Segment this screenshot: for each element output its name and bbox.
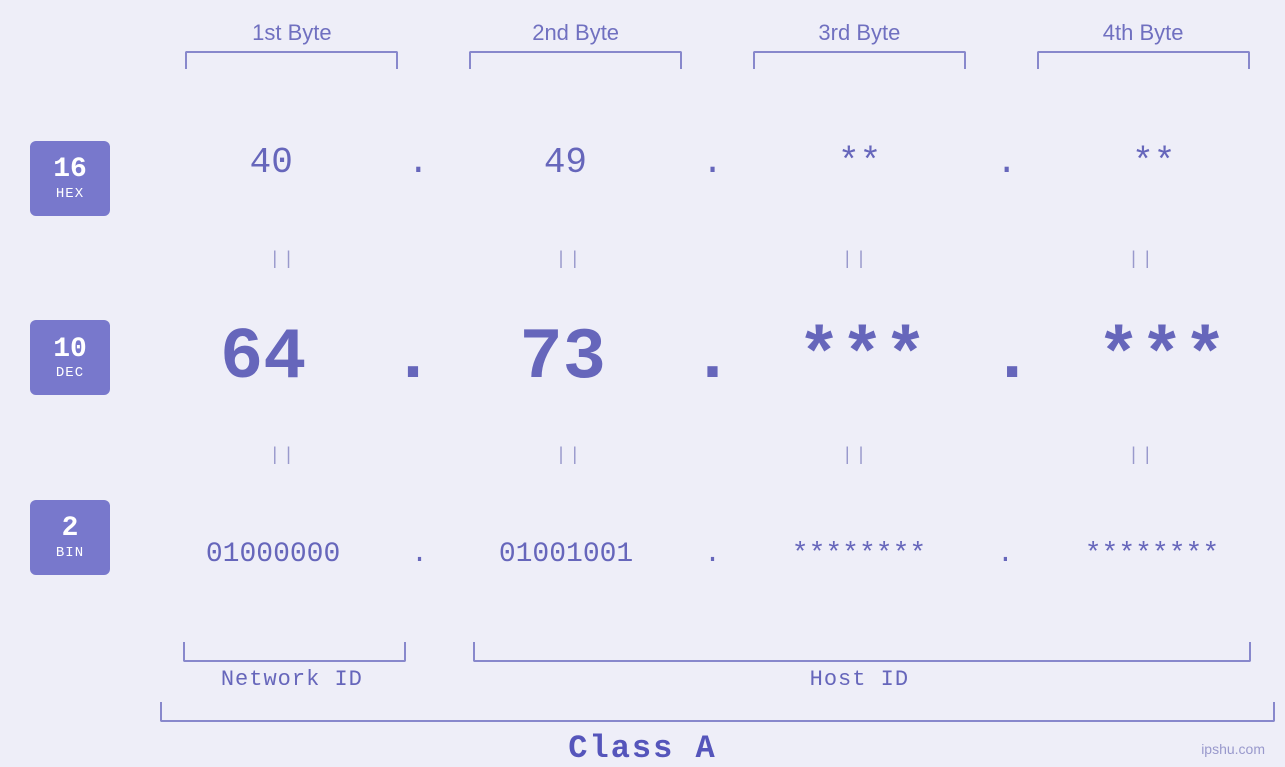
bin-byte-4: ******** [1085,539,1219,570]
dec-badge: 10 DEC [30,320,110,395]
hex-byte-1: 40 [241,142,301,183]
data-rows: 40 . 49 . ** . ** || || || || [140,79,1285,637]
bin-badge: 2 BIN [30,500,110,575]
pipe-2-2: || [556,446,584,466]
bin-label: BIN [56,545,84,561]
hex-row: 40 . 49 . ** . ** [140,79,1285,245]
dec-row: 64 . 73 . *** . *** [140,275,1285,441]
pipe-2-1: || [269,446,297,466]
bin-dot-3: . [997,539,1014,570]
bin-byte-3: ******** [792,539,926,570]
pipe-2-4: || [1128,446,1156,466]
byte-label-1: 1st Byte [150,20,434,46]
pipe-1-1: || [269,250,297,270]
content-area: 16 HEX 10 DEC 2 BIN 40 . 49 [0,79,1285,637]
dec-number: 10 [53,335,87,366]
pipe-row-1: || || || || [140,245,1285,275]
hex-number: 16 [53,155,87,186]
pipe-2-3: || [842,446,870,466]
class-label: Class A [0,730,1285,767]
bin-number: 2 [62,514,79,545]
hex-dot-2: . [702,142,724,183]
dec-byte-4: *** [1097,317,1227,399]
bin-byte-1: 01000000 [206,539,340,570]
dec-dot-3: . [990,317,1033,399]
dec-label: DEC [56,365,84,381]
pipe-1-3: || [842,250,870,270]
hex-dot-3: . [996,142,1018,183]
hex-byte-3: ** [830,142,890,183]
bin-dot-1: . [411,539,428,570]
byte-label-3: 3rd Byte [718,20,1002,46]
hex-byte-2: 49 [535,142,595,183]
hex-byte-4: ** [1124,142,1184,183]
pipe-1-4: || [1128,250,1156,270]
header-row: 1st Byte 2nd Byte 3rd Byte 4th Byte [0,20,1285,46]
hex-dot-1: . [408,142,430,183]
pipe-1-2: || [556,250,584,270]
watermark: ipshu.com [1201,741,1265,757]
pipe-row-2: || || || || [140,441,1285,471]
dec-byte-3: *** [797,317,927,399]
dec-byte-2: 73 [520,317,606,399]
hex-label: HEX [56,186,84,202]
main-container: 1st Byte 2nd Byte 3rd Byte 4th Byte 16 H… [0,0,1285,767]
hex-badge: 16 HEX [30,141,110,216]
host-id-label: Host ID [434,667,1285,692]
byte-label-4: 4th Byte [1001,20,1285,46]
network-id-label: Network ID [150,667,434,692]
id-label-row: Network ID Host ID [0,667,1285,692]
bottom-bracket-row [0,642,1285,662]
byte-label-2: 2nd Byte [434,20,718,46]
dec-byte-1: 64 [220,317,306,399]
dec-dot-2: . [691,317,734,399]
label-column: 16 HEX 10 DEC 2 BIN [0,79,140,637]
dec-dot-1: . [391,317,434,399]
top-brackets [0,51,1285,69]
bin-row: 01000000 . 01001001 . ******** . *******… [140,471,1285,637]
bin-dot-2: . [704,539,721,570]
big-bracket-row [0,702,1285,722]
bin-byte-2: 01001001 [499,539,633,570]
